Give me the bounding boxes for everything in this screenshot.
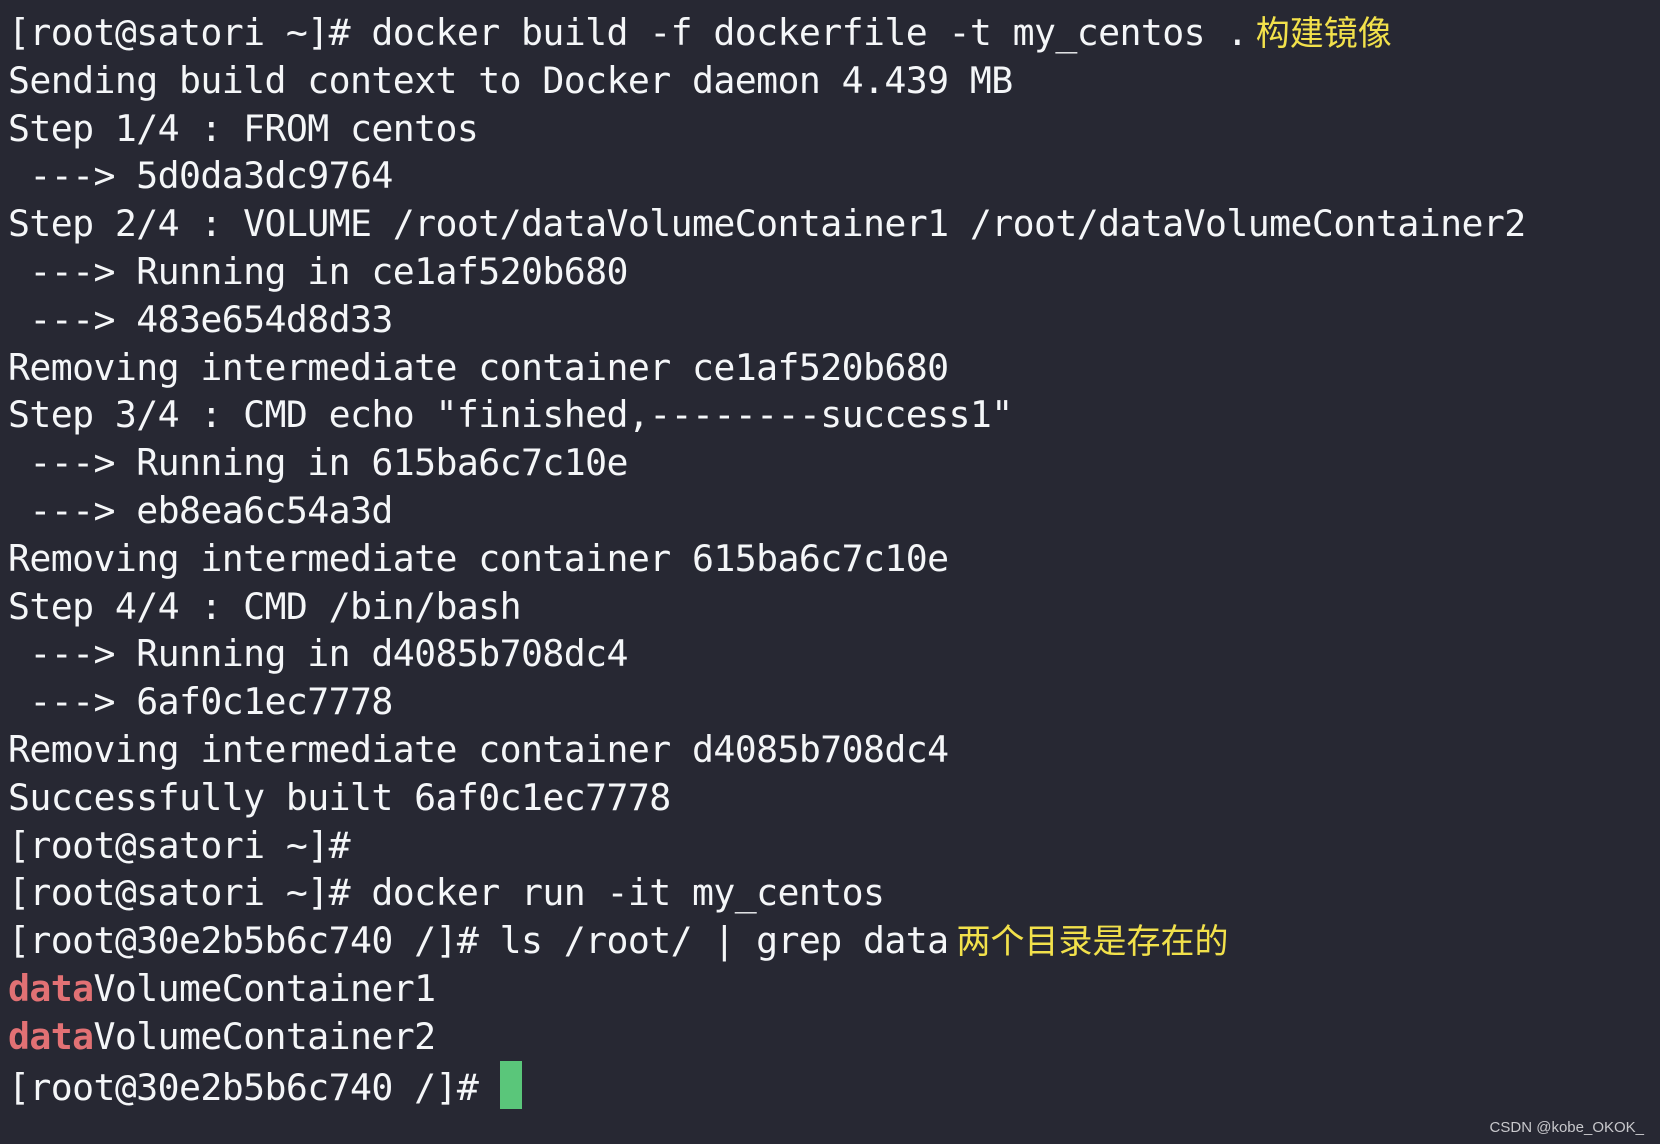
line-text: ---> Running in 615ba6c7c10e [8, 441, 628, 485]
line-text: ---> Running in ce1af520b680 [8, 249, 628, 293]
line-text: Sending build context to Docker daemon 4… [8, 58, 1013, 102]
terminal-line: Step 4/4 : CMD /bin/bash [8, 583, 1526, 631]
terminal-line: Removing intermediate container ce1af520… [8, 344, 1526, 392]
terminal-line: ---> Running in 615ba6c7c10e [8, 439, 1526, 487]
grep-match: data [8, 966, 94, 1010]
line-text: Removing intermediate container d4085b70… [8, 727, 949, 771]
line-text: VolumeContainer2 [93, 1014, 437, 1058]
terminal-line: dataVolumeContainer1 [8, 965, 1526, 1013]
terminal-line: ---> 6af0c1ec7778 [8, 678, 1526, 726]
line-text: Step 1/4 : FROM centos [8, 106, 479, 150]
line-text: Step 3/4 : CMD echo "finished,--------su… [8, 393, 1013, 437]
annotation: 构建镜像 [1255, 14, 1392, 54]
terminal-line: ---> eb8ea6c54a3d [8, 487, 1526, 535]
terminal-line: [root@30e2b5b6c740 /]# ls /root/ | grep … [8, 917, 1526, 965]
line-text: Removing intermediate container ce1af520… [8, 345, 949, 389]
grep-match: data [8, 1014, 94, 1058]
line-text: [root@30e2b5b6c740 /]# [8, 1065, 500, 1109]
line-text: [root@30e2b5b6c740 /]# ls /root/ | grep … [8, 919, 949, 963]
terminal-line: ---> Running in ce1af520b680 [8, 248, 1526, 296]
line-text: [root@satori ~]# [8, 823, 351, 867]
line-text: ---> 483e654d8d33 [8, 297, 393, 341]
line-text: Successfully built 6af0c1ec7778 [8, 775, 671, 819]
terminal-line: ---> 483e654d8d33 [8, 296, 1526, 344]
terminal-line: [root@30e2b5b6c740 /]# [8, 1060, 1526, 1109]
annotation: 两个目录是存在的 [956, 922, 1229, 963]
line-text: ---> Running in d4085b708dc4 [8, 632, 628, 676]
terminal-line: Step 2/4 : VOLUME /root/dataVolumeContai… [8, 200, 1526, 248]
terminal-line: ---> Running in d4085b708dc4 [8, 630, 1526, 678]
line-text: [root@satori ~]# docker run -it my_cento… [8, 871, 885, 915]
line-text: Removing intermediate container 615ba6c7… [8, 536, 949, 580]
line-text: ---> eb8ea6c54a3d [8, 488, 393, 532]
watermark: CSDN @kobe_OKOK_ [1489, 1119, 1644, 1136]
terminal-line: Step 1/4 : FROM centos [8, 105, 1526, 153]
terminal-line: Sending build context to Docker daemon 4… [8, 57, 1526, 105]
terminal-line: Removing intermediate container d4085b70… [8, 726, 1526, 774]
terminal-line: [root@satori ~]# docker run -it my_cento… [8, 869, 1526, 917]
terminal-line: ---> 5d0da3dc9764 [8, 152, 1526, 200]
terminal-line: [root@satori ~]# [8, 822, 1526, 870]
terminal-line: Removing intermediate container 615ba6c7… [8, 535, 1526, 583]
terminal-line: Step 3/4 : CMD echo "finished,--------su… [8, 391, 1526, 439]
cursor [499, 1060, 522, 1109]
line-text: [root@satori ~]# docker build -f dockerf… [8, 11, 1248, 54]
terminal-line: [root@satori ~]# docker build -f dockerf… [8, 9, 1526, 57]
terminal-line: dataVolumeContainer2 [8, 1013, 1526, 1061]
terminal-output[interactable]: [root@satori ~]# docker build -f dockerf… [8, 9, 1526, 1109]
terminal-line: Successfully built 6af0c1ec7778 [8, 774, 1526, 822]
line-text: ---> 6af0c1ec7778 [8, 680, 393, 724]
line-text: Step 2/4 : VOLUME /root/dataVolumeContai… [8, 202, 1526, 246]
line-text: ---> 5d0da3dc9764 [8, 154, 393, 198]
line-text: Step 4/4 : CMD /bin/bash [8, 584, 522, 628]
line-text: VolumeContainer1 [93, 966, 437, 1010]
